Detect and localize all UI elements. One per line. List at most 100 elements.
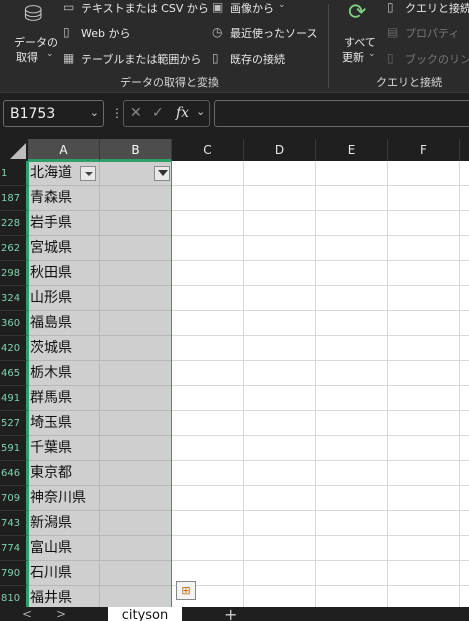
cell[interactable] [388, 461, 460, 486]
cell[interactable] [460, 261, 469, 286]
row-header[interactable]: 527 [0, 411, 28, 436]
cell[interactable] [460, 286, 469, 311]
column-header-e[interactable]: E [316, 139, 388, 161]
cell[interactable]: 埼玉県 [28, 411, 100, 436]
cell[interactable]: 福島県 [28, 311, 100, 336]
cell[interactable] [172, 511, 244, 536]
cell[interactable] [316, 436, 388, 461]
cell[interactable] [172, 286, 244, 311]
cell[interactable] [244, 511, 316, 536]
cell[interactable] [100, 361, 172, 386]
cell[interactable] [172, 461, 244, 486]
cell[interactable]: 群馬県 [28, 386, 100, 411]
cell[interactable] [316, 186, 388, 211]
cell[interactable] [244, 336, 316, 361]
cell[interactable] [244, 436, 316, 461]
cell[interactable] [460, 586, 469, 607]
cell[interactable]: 茨城県 [28, 336, 100, 361]
cell[interactable] [460, 161, 469, 186]
filter-applied-icon[interactable] [154, 166, 170, 181]
next-sheet-icon[interactable]: > [56, 607, 66, 621]
cell[interactable] [388, 511, 460, 536]
cell[interactable] [316, 261, 388, 286]
cell[interactable] [244, 286, 316, 311]
cell[interactable] [460, 236, 469, 261]
cell[interactable] [172, 336, 244, 361]
cell[interactable] [388, 336, 460, 361]
chevron-down-icon[interactable]: ⌄ [196, 105, 205, 118]
prev-sheet-icon[interactable]: < [22, 607, 32, 621]
cell[interactable] [244, 361, 316, 386]
sheet-tab-cityson[interactable]: cityson [108, 607, 182, 621]
cell[interactable]: 栃木県 [28, 361, 100, 386]
cell[interactable] [388, 536, 460, 561]
select-all-button[interactable] [0, 139, 28, 161]
cell[interactable] [172, 411, 244, 436]
row-header[interactable]: 420 [0, 336, 28, 361]
column-header-d[interactable]: D [244, 139, 316, 161]
cell[interactable] [460, 211, 469, 236]
cell[interactable] [316, 536, 388, 561]
cell[interactable] [172, 261, 244, 286]
row-header[interactable]: 743 [0, 511, 28, 536]
row-header[interactable]: 262 [0, 236, 28, 261]
from-image-button[interactable]: ▣ 画像から ⌄ [212, 0, 302, 16]
cell[interactable] [388, 161, 460, 186]
cell[interactable]: 東京都 [28, 461, 100, 486]
cell[interactable] [388, 186, 460, 211]
refresh-all-button[interactable]: ⟳ すべて 更新 ⌄ [338, 0, 382, 68]
name-box[interactable]: B1753 ⌄ [3, 100, 104, 127]
from-text-csv-button[interactable]: ▭ テキストまたは CSV から [63, 0, 209, 16]
cell[interactable]: 青森県 [28, 186, 100, 211]
cell[interactable] [460, 436, 469, 461]
cell[interactable] [460, 186, 469, 211]
cell[interactable] [100, 236, 172, 261]
from-web-button[interactable]: ▯ Web から [63, 25, 143, 41]
cell[interactable] [244, 536, 316, 561]
cell[interactable] [316, 586, 388, 607]
cell[interactable] [316, 286, 388, 311]
cell[interactable] [244, 211, 316, 236]
column-header-c[interactable]: C [172, 139, 244, 161]
cell[interactable] [100, 511, 172, 536]
cell[interactable]: 千葉県 [28, 436, 100, 461]
cell[interactable] [244, 486, 316, 511]
row-header[interactable]: 465 [0, 361, 28, 386]
cell[interactable] [172, 486, 244, 511]
cell[interactable] [316, 336, 388, 361]
row-header[interactable]: 187 [0, 186, 28, 211]
existing-connections-button[interactable]: ▯ 既存の接続 [212, 51, 302, 67]
cell[interactable] [244, 261, 316, 286]
cell[interactable] [244, 311, 316, 336]
cell[interactable] [244, 236, 316, 261]
cell[interactable]: 福井県 [28, 586, 100, 607]
row-header[interactable]: 709 [0, 486, 28, 511]
cell[interactable] [244, 186, 316, 211]
cell[interactable] [172, 161, 244, 186]
cell[interactable] [316, 561, 388, 586]
cell[interactable] [316, 461, 388, 486]
cell[interactable]: 山形県 [28, 286, 100, 311]
cell[interactable] [100, 461, 172, 486]
cell[interactable]: 岩手県 [28, 211, 100, 236]
formula-input[interactable] [214, 100, 469, 127]
enter-check-icon[interactable]: ✓ [152, 105, 164, 121]
cell[interactable] [388, 586, 460, 607]
recent-sources-button[interactable]: ◷ 最近使ったソース [212, 25, 322, 41]
column-header-f[interactable]: F [388, 139, 460, 161]
cell[interactable]: 秋田県 [28, 261, 100, 286]
cell[interactable] [316, 361, 388, 386]
cell[interactable] [388, 211, 460, 236]
cell[interactable] [460, 486, 469, 511]
cell[interactable] [244, 386, 316, 411]
cell[interactable] [172, 361, 244, 386]
cell[interactable] [388, 311, 460, 336]
cell[interactable] [244, 461, 316, 486]
row-header[interactable]: 324 [0, 286, 28, 311]
chevron-down-icon[interactable]: ⌄ [90, 106, 99, 119]
row-header[interactable]: 298 [0, 261, 28, 286]
cell[interactable] [172, 536, 244, 561]
cell[interactable] [244, 161, 316, 186]
cell[interactable]: 富山県 [28, 536, 100, 561]
cell[interactable] [388, 361, 460, 386]
